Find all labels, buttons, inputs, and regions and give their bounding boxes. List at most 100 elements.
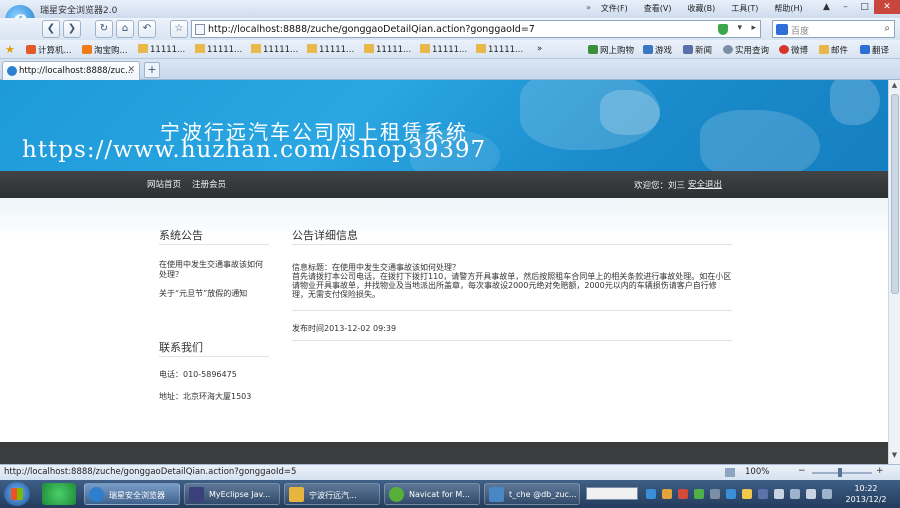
scroll-up-icon[interactable]: ▲	[889, 81, 900, 93]
favorite-folder[interactable]: 11111...	[420, 44, 467, 55]
navicat-icon	[389, 487, 404, 502]
taskbar-button[interactable]: Navicat for M...	[384, 483, 480, 505]
favorite-item[interactable]: 微博	[779, 44, 808, 56]
start-button[interactable]	[4, 482, 30, 506]
tray-icon[interactable]	[646, 489, 656, 499]
contact-address: 地址：北京环海大厦1503	[159, 392, 252, 401]
menu-view[interactable]: 查看(V)	[644, 3, 672, 14]
star-icon[interactable]: ☆	[170, 20, 188, 38]
nav-register-link[interactable]: 注册会员	[192, 178, 226, 190]
chevron-down-icon[interactable]: ▾	[737, 23, 742, 33]
address-input[interactable]: http://localhost:8888/zuche/gonggaoDetai…	[208, 24, 535, 35]
detail-body: 首先请拨打本公司电话，在拨打下拨打110，请警方开具事故单，然后按照租车合同单上…	[292, 272, 732, 299]
taskbar-button[interactable]: 瑞星安全浏览器	[84, 483, 180, 505]
zoom-slider-knob[interactable]	[838, 468, 842, 477]
home-icon[interactable]: ⌂	[116, 20, 134, 38]
taskbar: 瑞星安全浏览器 MyEclipse Jav... 宁波行远汽... Navica…	[0, 480, 900, 508]
favorites-star-icon[interactable]: ★	[5, 43, 15, 56]
favorite-folder[interactable]: 11111...	[364, 44, 411, 55]
tray-icon[interactable]	[678, 489, 688, 499]
favorite-item[interactable]: 计算机...	[26, 44, 72, 56]
power-icon[interactable]	[822, 489, 832, 499]
contact-phone: 电话：010-5896475	[159, 370, 237, 379]
tray-icon[interactable]	[726, 489, 736, 499]
page-status-icon[interactable]	[725, 468, 735, 477]
favorites-more-icon[interactable]: »	[537, 44, 542, 54]
favorite-folder[interactable]: 11111...	[251, 44, 298, 55]
zoom-slider[interactable]	[812, 472, 872, 474]
forward-arrow-icon[interactable]: ❯	[63, 20, 81, 38]
language-bar[interactable]	[586, 487, 638, 500]
game-icon	[643, 45, 653, 54]
window-title: 瑞星安全浏览器2.0	[40, 6, 118, 16]
scrollbar-thumb[interactable]	[891, 94, 899, 294]
contact-title: 联系我们	[159, 341, 203, 354]
tray-icon[interactable]	[710, 489, 720, 499]
search-icon[interactable]: ⌕	[884, 23, 890, 34]
close-tab-icon[interactable]: ✕	[127, 65, 135, 75]
go-arrow-icon[interactable]: ▸	[751, 23, 756, 33]
folder-icon	[138, 44, 148, 53]
favorite-item[interactable]: 网上购物	[588, 44, 634, 56]
taskbar-button[interactable]: 宁波行远汽...	[284, 483, 380, 505]
title-bar: 瑞星安全浏览器2.0 » 文件(F) 查看(V) 收藏(B) 工具(T) 帮助(…	[0, 0, 900, 18]
zoom-in-icon[interactable]: +	[876, 466, 884, 476]
tray-icon[interactable]	[742, 489, 752, 499]
welcome-text: 欢迎您：刘三	[634, 181, 686, 191]
undo-icon[interactable]: ↶	[138, 20, 156, 38]
nav-home-link[interactable]: 网站首页	[147, 178, 181, 190]
favorite-folder[interactable]: 11111...	[307, 44, 354, 55]
minimize-button[interactable]: –	[836, 0, 855, 14]
flag-icon[interactable]	[806, 489, 816, 499]
maximize-button[interactable]: □	[855, 0, 874, 14]
new-tab-button[interactable]: +	[144, 62, 160, 78]
favorite-item[interactable]: 实用查询	[723, 44, 769, 56]
back-arrow-icon[interactable]: ❮	[42, 20, 60, 38]
favorite-item[interactable]: 游戏	[643, 44, 672, 56]
menu-help[interactable]: 帮助(H)	[774, 3, 802, 14]
windows-logo-icon	[11, 488, 23, 500]
pin-icon[interactable]: ▲	[817, 0, 836, 14]
refresh-icon[interactable]: ↻	[95, 20, 113, 38]
tray-icon[interactable]	[694, 489, 704, 499]
search-box[interactable]: 百度 ⌕	[772, 20, 895, 38]
system-clock[interactable]: 10:22 2013/12/2	[840, 483, 892, 505]
menu-favorites[interactable]: 收藏(B)	[687, 3, 715, 14]
favorite-folder[interactable]: 11111...	[476, 44, 523, 55]
scroll-down-icon[interactable]: ▼	[889, 451, 900, 463]
close-button[interactable]: ✕	[874, 0, 900, 14]
announcement-link[interactable]: 关于“元旦节”放假的通知	[159, 289, 269, 299]
publish-time: 发布时间2013-12-02 09:39	[292, 324, 397, 333]
announcement-link[interactable]: 在使用中发生交通事故该如何处理？	[159, 260, 269, 280]
favorites-bar: ★ 计算机... 淘宝购... 11111... 11111... 11111.…	[0, 40, 900, 59]
favorite-item[interactable]: 新闻	[683, 44, 712, 56]
favorite-item[interactable]: 邮件	[819, 44, 848, 56]
address-bar[interactable]: http://localhost:8888/zuche/gonggaoDetai…	[191, 20, 761, 38]
page-content: 系统公告 在使用中发生交通事故该如何处理？ 关于“元旦节”放假的通知 联系我们 …	[0, 198, 888, 442]
security-shield-icon[interactable]	[718, 24, 728, 35]
volume-icon[interactable]	[790, 489, 800, 499]
favorite-folder[interactable]: 11111...	[195, 44, 242, 55]
menu-tools[interactable]: 工具(T)	[731, 3, 758, 14]
menu-chevron-icon[interactable]: »	[586, 3, 591, 14]
menu-bar: » 文件(F) 查看(V) 收藏(B) 工具(T) 帮助(H)	[586, 3, 803, 14]
table-icon	[489, 487, 504, 502]
zoom-out-icon[interactable]: −	[798, 466, 806, 476]
vertical-scrollbar[interactable]: ▲ ▼	[888, 80, 900, 464]
tab-bar: http://localhost:8888/zuc... ✕ +	[0, 59, 900, 80]
zoom-level[interactable]: 100%	[745, 467, 769, 477]
tab-current[interactable]: http://localhost:8888/zuc... ✕	[2, 61, 140, 80]
menu-file[interactable]: 文件(F)	[601, 3, 628, 14]
tray-icon[interactable]	[758, 489, 768, 499]
taskbar-button[interactable]: MyEclipse Jav...	[184, 483, 280, 505]
search-input[interactable]: 百度	[791, 24, 809, 37]
pinned-app-icon[interactable]	[42, 483, 76, 505]
logout-link[interactable]: 安全退出	[688, 178, 722, 190]
taskbar-button[interactable]: t_che @db_zuc...	[484, 483, 580, 505]
page-viewport: 宁波行远汽车公司网上租赁系统 https://www.huzhan.com/is…	[0, 80, 888, 464]
favorite-item[interactable]: 翻译	[860, 44, 889, 56]
tray-icon[interactable]	[662, 489, 672, 499]
favorite-folder[interactable]: 11111...	[138, 44, 185, 55]
network-icon[interactable]	[774, 489, 784, 499]
favorite-item[interactable]: 淘宝购...	[82, 44, 128, 56]
